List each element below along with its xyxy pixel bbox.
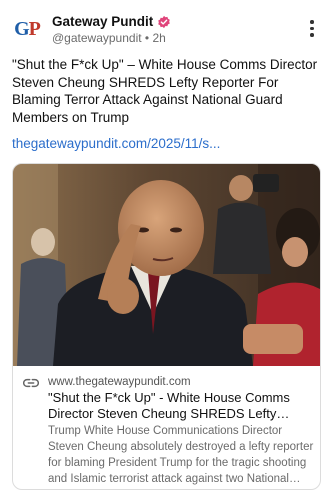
avatar-letter-p: P — [28, 17, 41, 40]
post-header: GP Gateway Pundit @gatewaypundit • 2h — [12, 14, 320, 48]
separator-dot: • — [144, 31, 150, 45]
card-body[interactable]: www.thegatewaypundit.com "Shut the F*ck … — [13, 366, 320, 489]
avatar-letter-g: G — [14, 17, 30, 40]
post-timestamp: 2h — [152, 31, 166, 45]
account-handle[interactable]: @gatewaypundit — [52, 31, 142, 45]
card-description: Trump White House Communications Directo… — [48, 425, 314, 485]
account-name[interactable]: Gateway Pundit — [52, 14, 153, 29]
link-icon — [23, 378, 39, 388]
post-text: "Shut the F*ck Up" – White House Comms D… — [12, 57, 318, 125]
avatar[interactable]: GP — [12, 14, 42, 44]
more-options-icon[interactable] — [304, 20, 320, 40]
handle-row: @gatewaypundit • 2h — [52, 31, 166, 45]
name-row: Gateway Pundit — [52, 14, 171, 29]
verified-badge-icon — [158, 15, 171, 28]
card-title[interactable]: "Shut the F*ck Up" - White House Comms D… — [48, 390, 310, 422]
card-domain: www.thegatewaypundit.com — [48, 376, 191, 388]
article-photo[interactable] — [13, 164, 320, 366]
link-preview-card[interactable]: www.thegatewaypundit.com "Shut the F*ck … — [12, 163, 321, 490]
post-link[interactable]: thegatewaypundit.com/2025/11/s... — [12, 136, 220, 151]
